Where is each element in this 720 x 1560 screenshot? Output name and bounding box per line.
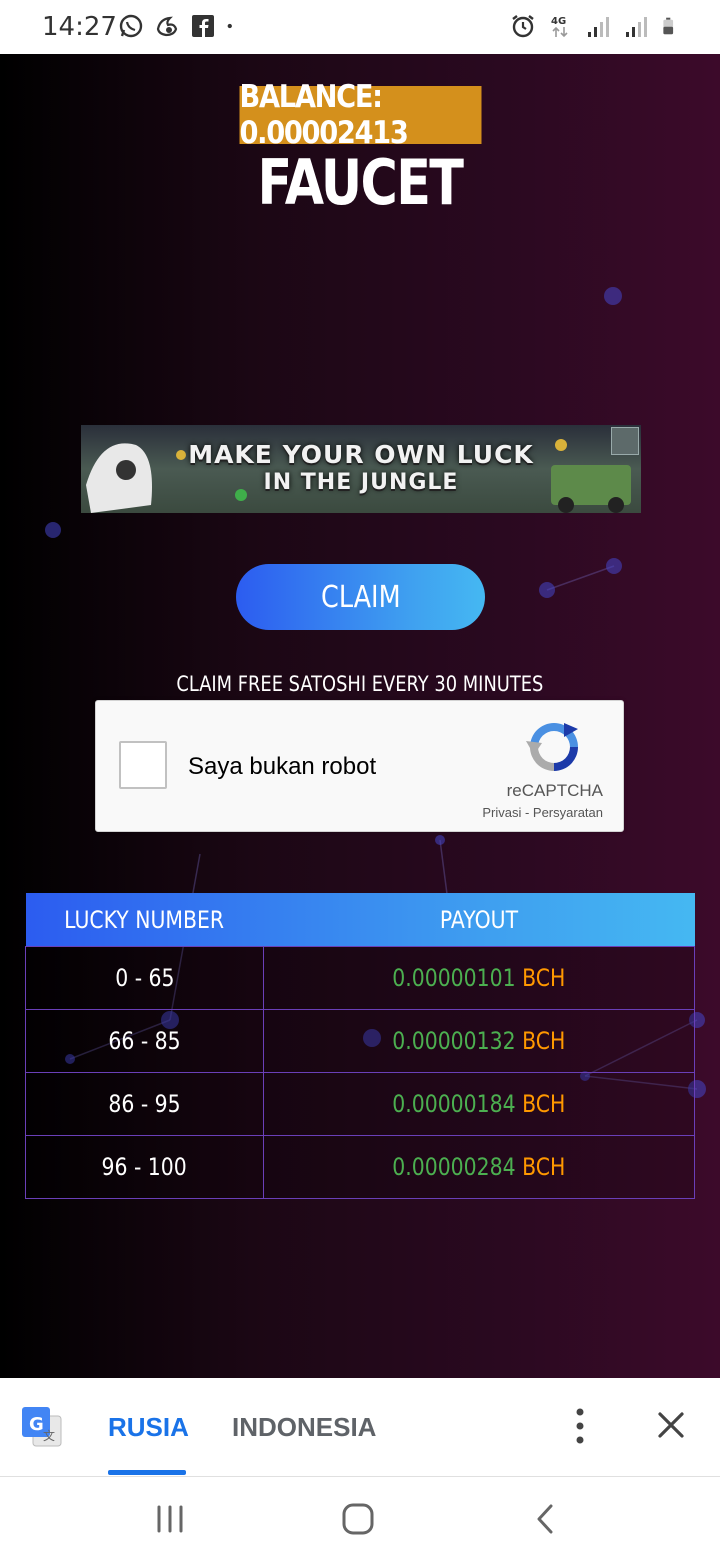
battery-icon [663, 17, 674, 35]
payout-table: LUCKY NUMBER PAYOUT 0 - 65 0.00000101 BC… [25, 893, 695, 1199]
status-bar: 14:27 4G [0, 0, 720, 54]
lucky-range-cell: 66 - 85 [25, 1009, 264, 1073]
header-lucky-number: LUCKY NUMBER [26, 893, 264, 947]
close-icon[interactable] [656, 1410, 686, 1440]
back-icon[interactable] [526, 1501, 566, 1537]
home-icon[interactable] [338, 1501, 378, 1537]
payout-currency: BCH [522, 1090, 566, 1118]
lucky-range-cell: 0 - 65 [25, 946, 264, 1010]
translate-bar: G 文 RUSIA INDONESIA [0, 1378, 720, 1477]
claim-note: CLAIM FREE SATOSHI EVERY 30 MINUTES [0, 672, 720, 696]
payout-amount: 0.00000101 [392, 964, 516, 992]
lucky-range: 86 - 95 [108, 1090, 181, 1118]
table-row: 96 - 100 0.00000284 BCH [25, 1135, 695, 1199]
android-navigation-bar [0, 1477, 720, 1560]
recaptcha-links[interactable]: Privasi - Persyaratan [482, 805, 603, 820]
header-lucky-number-text: LUCKY NUMBER [64, 905, 225, 934]
ad-line-2: IN THE JUNGLE [263, 470, 459, 495]
payout-cell: 0.00000284 BCH [263, 1135, 695, 1199]
recent-apps-icon[interactable] [150, 1501, 190, 1537]
claim-button-label: CLAIM [320, 579, 401, 615]
lucky-range: 0 - 65 [114, 964, 175, 992]
svg-text:4G: 4G [551, 16, 566, 27]
alarm-icon [512, 15, 534, 38]
signal-icon [588, 17, 609, 37]
4g-icon: 4G [551, 16, 568, 38]
payout-amount: 0.00000184 [392, 1090, 516, 1118]
active-tab-indicator [108, 1470, 186, 1475]
ad-text: MAKE YOUR OWN LUCK IN THE JUNGLE [81, 441, 641, 497]
recaptcha-widget: Saya bukan robot reCAPTCHA Privasi - Per… [95, 700, 624, 832]
tab-source-language[interactable]: RUSIA [108, 1412, 189, 1443]
recaptcha-label: Saya bukan robot [188, 753, 377, 780]
table-header: LUCKY NUMBER PAYOUT [25, 893, 695, 947]
page-title: FAUCET [0, 146, 720, 219]
payout-currency: BCH [522, 964, 566, 992]
payout-amount: 0.00000284 [392, 1153, 516, 1181]
claim-note-text: CLAIM FREE SATOSHI EVERY 30 MINUTES [176, 672, 544, 696]
status-left-icons [118, 13, 240, 39]
lucky-range-cell: 86 - 95 [25, 1072, 264, 1136]
recaptcha-logo-icon [526, 723, 578, 771]
faucet-webpage[interactable]: BALANCE: 0.00002413 FAUCET MAKE YOUR OWN… [0, 54, 720, 1378]
payout-cell: 0.00000184 BCH [263, 1072, 695, 1136]
payout-currency: BCH [522, 1027, 566, 1055]
recaptcha-brand: reCAPTCHA [506, 781, 603, 800]
lucky-range-cell: 96 - 100 [25, 1135, 264, 1199]
svg-text:G: G [29, 1414, 44, 1435]
facebook-icon [192, 15, 214, 37]
balance-display: BALANCE: 0.00002413 [239, 79, 482, 151]
table-row: 66 - 85 0.00000132 BCH [25, 1009, 695, 1073]
google-translate-icon: G 文 [22, 1407, 62, 1447]
tab-target-language[interactable]: INDONESIA [232, 1412, 376, 1443]
recaptcha-checkbox[interactable] [119, 741, 167, 789]
lucky-range: 66 - 85 [108, 1027, 181, 1055]
claim-button[interactable]: CLAIM [236, 564, 485, 630]
signal-icon-2 [626, 17, 647, 37]
status-right-icons: 4G [510, 13, 680, 39]
lucky-range: 96 - 100 [101, 1153, 188, 1181]
header-payout-text: PAYOUT [439, 905, 519, 934]
svg-text:文: 文 [43, 1428, 55, 1443]
table-row: 0 - 65 0.00000101 BCH [25, 946, 695, 1010]
more-options-icon[interactable] [566, 1406, 594, 1446]
payout-amount: 0.00000132 [392, 1027, 516, 1055]
payout-cell: 0.00000101 BCH [263, 946, 695, 1010]
status-time: 14:27 [42, 12, 117, 42]
header-payout: PAYOUT [264, 893, 695, 947]
dot-icon [227, 23, 232, 29]
table-row: 86 - 95 0.00000184 BCH [25, 1072, 695, 1136]
adchoices-icon[interactable] [611, 427, 639, 455]
ad-line-1: MAKE YOUR OWN LUCK [188, 440, 534, 469]
page-title-text: FAUCET [257, 146, 464, 219]
uc-browser-icon [156, 16, 178, 37]
ad-banner[interactable]: MAKE YOUR OWN LUCK IN THE JUNGLE [81, 425, 641, 513]
payout-cell: 0.00000132 BCH [263, 1009, 695, 1073]
whatsapp-icon [119, 14, 143, 38]
payout-currency: BCH [522, 1153, 566, 1181]
